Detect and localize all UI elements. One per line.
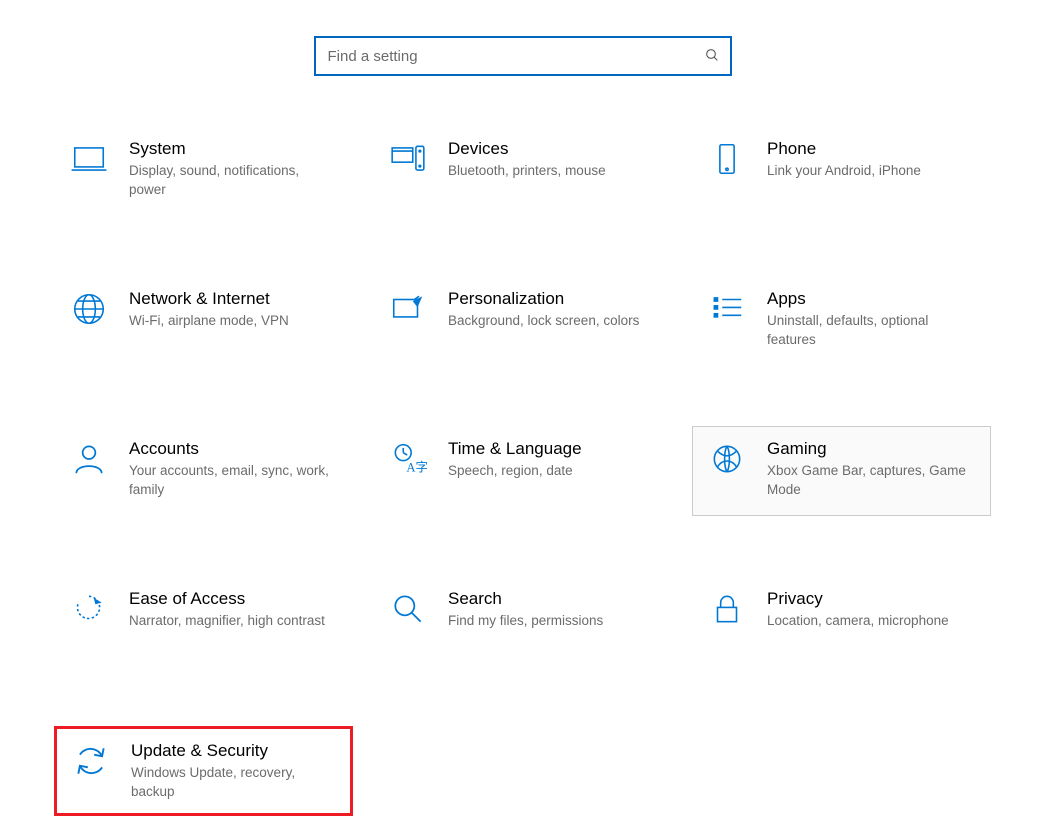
tile-desc: Display, sound, notifications, power bbox=[129, 162, 329, 198]
privacy-icon bbox=[707, 589, 747, 629]
update-security-icon bbox=[71, 741, 111, 781]
tile-title: Privacy bbox=[767, 589, 976, 609]
tile-search[interactable]: Search Find my files, permissions bbox=[373, 576, 672, 666]
personalization-icon bbox=[388, 289, 428, 329]
tile-title: System bbox=[129, 139, 338, 159]
tile-desc: Bluetooth, printers, mouse bbox=[448, 162, 648, 180]
accounts-icon bbox=[69, 439, 109, 479]
tile-desc: Background, lock screen, colors bbox=[448, 312, 648, 330]
search-category-icon bbox=[388, 589, 428, 629]
tile-desc: Windows Update, recovery, backup bbox=[131, 764, 331, 800]
tile-desc: Find my files, permissions bbox=[448, 612, 648, 630]
tile-title: Time & Language bbox=[448, 439, 657, 459]
tile-ease-of-access[interactable]: Ease of Access Narrator, magnifier, high… bbox=[54, 576, 353, 666]
tile-desc: Location, camera, microphone bbox=[767, 612, 967, 630]
tile-privacy[interactable]: Privacy Location, camera, microphone bbox=[692, 576, 991, 666]
apps-icon bbox=[707, 289, 747, 329]
tile-devices[interactable]: Devices Bluetooth, printers, mouse bbox=[373, 126, 672, 216]
tile-title: Gaming bbox=[767, 439, 976, 459]
tile-gaming[interactable]: Gaming Xbox Game Bar, captures, Game Mod… bbox=[692, 426, 991, 516]
svg-text:A字: A字 bbox=[406, 461, 427, 475]
search-icon bbox=[704, 47, 720, 66]
search-input[interactable] bbox=[326, 47, 704, 66]
tile-title: Search bbox=[448, 589, 657, 609]
tile-title: Apps bbox=[767, 289, 976, 309]
settings-grid: System Display, sound, notifications, po… bbox=[50, 126, 995, 816]
phone-icon bbox=[707, 139, 747, 179]
tile-title: Accounts bbox=[129, 439, 338, 459]
system-icon bbox=[69, 139, 109, 179]
tile-title: Ease of Access bbox=[129, 589, 338, 609]
tile-network[interactable]: Network & Internet Wi-Fi, airplane mode,… bbox=[54, 276, 353, 366]
tile-system[interactable]: System Display, sound, notifications, po… bbox=[54, 126, 353, 216]
tile-title: Update & Security bbox=[131, 741, 336, 761]
search-container bbox=[50, 0, 995, 126]
tile-personalization[interactable]: Personalization Background, lock screen,… bbox=[373, 276, 672, 366]
tile-desc: Uninstall, defaults, optional features bbox=[767, 312, 967, 348]
network-icon bbox=[69, 289, 109, 329]
tile-phone[interactable]: Phone Link your Android, iPhone bbox=[692, 126, 991, 216]
tile-apps[interactable]: Apps Uninstall, defaults, optional featu… bbox=[692, 276, 991, 366]
ease-of-access-icon bbox=[69, 589, 109, 629]
devices-icon bbox=[388, 139, 428, 179]
tile-desc: Your accounts, email, sync, work, family bbox=[129, 462, 329, 498]
tile-title: Network & Internet bbox=[129, 289, 338, 309]
tile-update-security[interactable]: Update & Security Windows Update, recove… bbox=[54, 726, 353, 816]
tile-title: Phone bbox=[767, 139, 976, 159]
tile-title: Personalization bbox=[448, 289, 657, 309]
tile-desc: Speech, region, date bbox=[448, 462, 648, 480]
gaming-icon bbox=[707, 439, 747, 479]
tile-time-language[interactable]: A字 Time & Language Speech, region, date bbox=[373, 426, 672, 516]
search-box[interactable] bbox=[314, 36, 732, 76]
time-language-icon: A字 bbox=[388, 439, 428, 479]
tile-accounts[interactable]: Accounts Your accounts, email, sync, wor… bbox=[54, 426, 353, 516]
tile-desc: Narrator, magnifier, high contrast bbox=[129, 612, 329, 630]
tile-desc: Wi-Fi, airplane mode, VPN bbox=[129, 312, 329, 330]
tile-desc: Xbox Game Bar, captures, Game Mode bbox=[767, 462, 967, 498]
tile-desc: Link your Android, iPhone bbox=[767, 162, 967, 180]
tile-title: Devices bbox=[448, 139, 657, 159]
